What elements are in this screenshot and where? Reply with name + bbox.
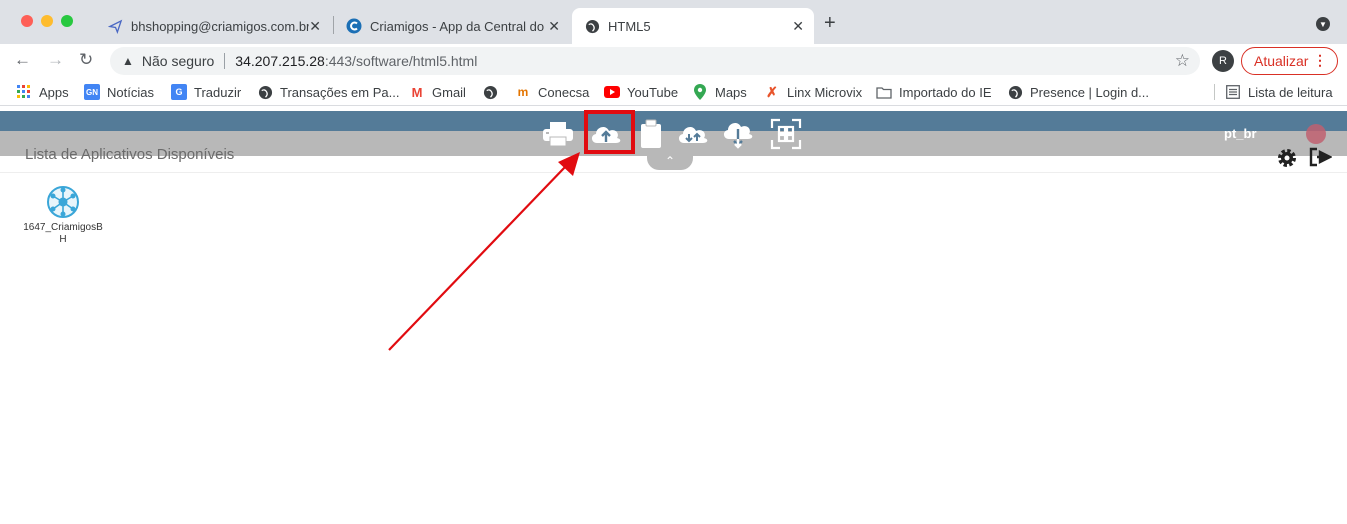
youtube-icon: [604, 84, 620, 100]
maps-pin-icon: [692, 84, 708, 100]
tab-search-icon[interactable]: ▼: [1316, 17, 1330, 31]
bookmark-youtube[interactable]: YouTube: [604, 84, 678, 100]
printer-icon[interactable]: [540, 116, 576, 152]
bookmark-linx[interactable]: ✗ Linx Microvix: [764, 84, 862, 100]
bookmark-label: Presence | Login d...: [1030, 84, 1150, 100]
minimize-window-button[interactable]: [41, 15, 53, 27]
tab-title: HTML5: [608, 18, 651, 34]
back-arrow-icon[interactable]: ←: [14, 50, 31, 70]
criamigos-icon: [346, 18, 362, 34]
bookmark-apps[interactable]: Apps: [16, 84, 69, 100]
cloud-download-icon[interactable]: [720, 116, 756, 152]
new-tab-button[interactable]: +: [824, 12, 836, 35]
app-shortcut[interactable]: 1647_CriamigosBH: [22, 184, 104, 246]
bookmarks-divider: [1214, 84, 1215, 100]
tab-bhshopping[interactable]: bhshopping@criamigos.com.br ✕: [95, 8, 331, 44]
url-host[interactable]: 34.207.215.28: [235, 53, 325, 69]
bookmark-star-icon[interactable]: ☆: [1175, 51, 1190, 71]
send-icon: [107, 18, 123, 34]
more-menu-icon[interactable]: ⋮: [1313, 52, 1327, 69]
warning-icon[interactable]: ▲: [122, 54, 134, 68]
web-page: Lista de Aplicativos Disponíveis ⌃ pt_br: [0, 106, 1347, 524]
bookmark-label: Linx Microvix: [787, 84, 863, 100]
remote-toolbar: [540, 116, 810, 152]
close-window-button[interactable]: [21, 15, 33, 27]
globe-icon: [482, 84, 498, 100]
bookmark-label: Conecsa: [538, 84, 590, 100]
bookmark-label: Traduzir: [194, 84, 242, 100]
bookmark-label: Apps: [39, 84, 69, 100]
browser-toolbar: ← → ↻ ▲ Não seguro 34.207.215.28 :443/so…: [0, 44, 1347, 78]
translate-icon: G: [171, 84, 187, 100]
bookmark-traduzir[interactable]: G Traduzir: [171, 84, 241, 100]
collapse-toolbar-button[interactable]: ⌃: [647, 154, 693, 170]
reload-icon[interactable]: ↻: [79, 50, 93, 70]
bookmark-globe[interactable]: [482, 84, 505, 100]
bookmark-label: YouTube: [627, 84, 679, 100]
bookmark-label: Maps: [715, 84, 747, 100]
reading-list[interactable]: Lista de leitura: [1225, 84, 1333, 100]
security-label[interactable]: Não seguro: [142, 53, 214, 69]
bookmark-presence[interactable]: Presence | Login d...: [1007, 84, 1149, 100]
gmail-icon: M: [411, 84, 423, 100]
highlight-box: [584, 110, 635, 154]
bookmark-label: Notícias: [107, 84, 154, 100]
gear-icon[interactable]: [1277, 148, 1297, 168]
address-divider: [224, 53, 226, 69]
globe-icon: [257, 84, 273, 100]
bookmark-noticias[interactable]: GN Notícias: [84, 84, 154, 100]
globe-icon: [584, 18, 600, 34]
reading-list-label: Lista de leitura: [1248, 84, 1333, 100]
fullscreen-icon[interactable]: [768, 116, 804, 152]
browser-tab-bar: bhshopping@criamigos.com.br ✕ Criamigos …: [0, 0, 1347, 44]
close-tab-icon[interactable]: ✕: [792, 18, 804, 35]
conecsa-icon: m: [517, 85, 529, 99]
page-title: Lista de Aplicativos Disponíveis: [25, 146, 235, 163]
forward-arrow-icon[interactable]: →: [47, 50, 64, 70]
app-shortcut-label: 1647_CriamigosBH: [23, 222, 103, 245]
language-label[interactable]: pt_br: [1224, 126, 1257, 141]
tab-title: bhshopping@criamigos.com.br: [131, 18, 309, 34]
bookmark-label: Gmail: [432, 84, 466, 100]
maximize-window-button[interactable]: [61, 15, 73, 27]
content-divider: [0, 172, 1347, 173]
update-label: Atualizar: [1254, 53, 1309, 69]
bookmark-label: Importado do IE: [899, 84, 992, 100]
linx-icon: ✗: [766, 83, 778, 100]
bookmark-label: Transações em Pa...: [280, 84, 400, 100]
network-hub-icon: [45, 184, 81, 220]
tab-html5[interactable]: HTML5 ✕: [572, 8, 814, 44]
close-tab-icon[interactable]: ✕: [548, 18, 560, 35]
bookmark-transacoes[interactable]: Transações em Pa...: [257, 84, 399, 100]
logout-icon[interactable]: [1308, 146, 1333, 168]
cloud-transfer-icon[interactable]: [675, 116, 711, 152]
globe-icon: [1007, 84, 1023, 100]
news-icon: GN: [84, 84, 100, 100]
language-flag-icon[interactable]: [1306, 124, 1326, 144]
reading-list-icon: [1225, 84, 1241, 100]
bookmark-conecsa[interactable]: m Conecsa: [515, 84, 590, 100]
url-path[interactable]: :443/software/html5.html: [325, 53, 478, 69]
address-bar[interactable]: ▲ Não seguro 34.207.215.28 :443/software…: [110, 47, 1200, 75]
bookmark-gmail[interactable]: M Gmail: [409, 84, 466, 100]
tab-criamigos[interactable]: Criamigos - App da Central do ✕: [334, 8, 570, 44]
profile-avatar[interactable]: R: [1212, 50, 1234, 72]
folder-icon: [876, 84, 892, 100]
clipboard-icon[interactable]: [633, 116, 669, 152]
apps-grid-icon: [16, 84, 32, 100]
bookmark-folder-ie[interactable]: Importado do IE: [876, 84, 992, 100]
close-tab-icon[interactable]: ✕: [309, 18, 321, 35]
bookmark-maps[interactable]: Maps: [692, 84, 747, 100]
update-button[interactable]: Atualizar ⋮: [1241, 47, 1338, 75]
tab-title: Criamigos - App da Central do: [370, 18, 545, 34]
bookmarks-bar: Apps GN Notícias G Traduzir Transações e…: [0, 78, 1347, 106]
